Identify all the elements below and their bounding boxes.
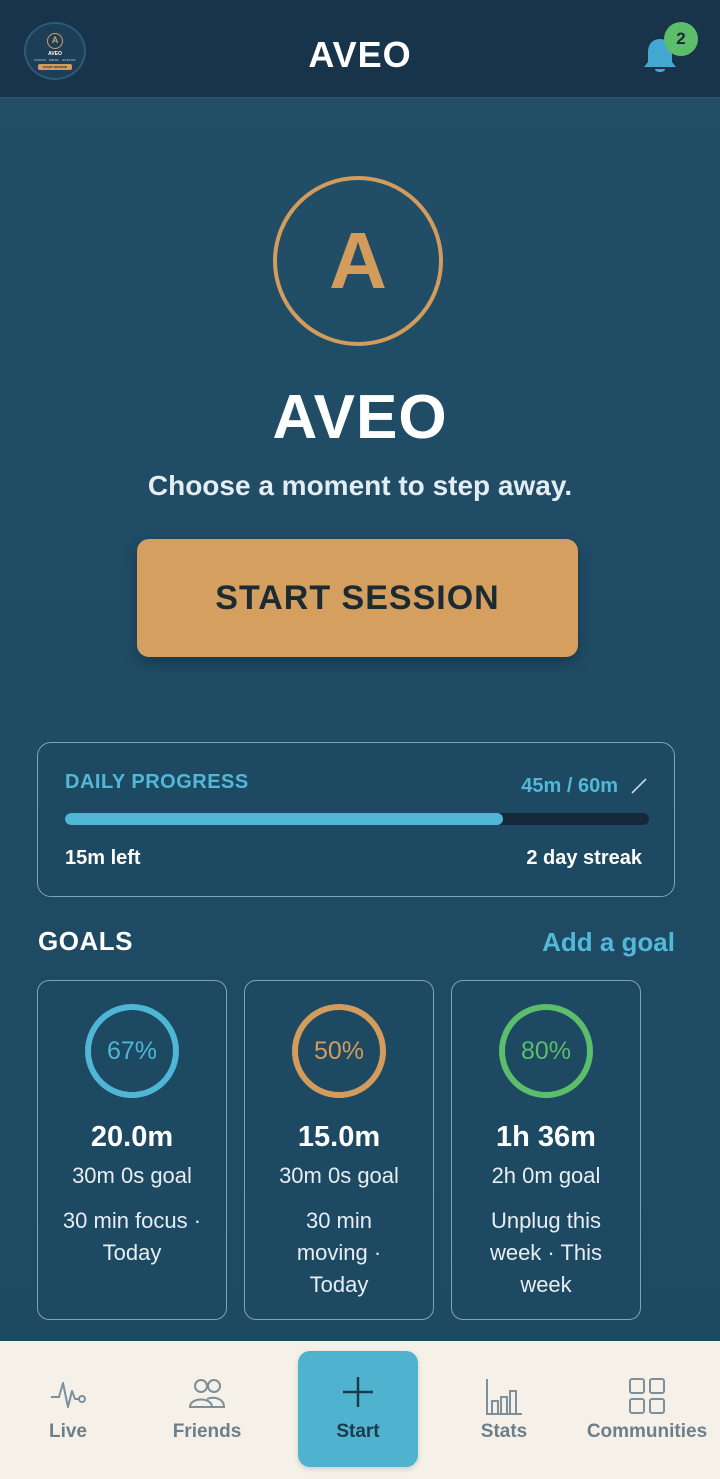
- nav-stats-label: Stats: [480, 1421, 528, 1442]
- goal-value: 20.0m: [90, 1121, 174, 1153]
- goal-card[interactable]: 50% 15.0m 30m 0s goal 30 min moving · To…: [244, 980, 434, 1320]
- grid-icon: [629, 1378, 665, 1414]
- nav-live-label: Live: [48, 1421, 88, 1442]
- friends-icon: [188, 1379, 226, 1408]
- pulse-icon: [51, 1382, 86, 1408]
- add-goal-link[interactable]: Add a goal: [542, 927, 675, 958]
- goal-target: 30m 0s goal: [279, 1163, 399, 1188]
- goal-target: 2h 0m goal: [491, 1163, 601, 1188]
- nav-friends[interactable]: Friends: [157, 1341, 257, 1479]
- goal-percent: 50%: [313, 1036, 365, 1065]
- nav-start-label: Start: [336, 1421, 380, 1442]
- bar-chart-icon: [486, 1379, 522, 1415]
- app-title: AVEO: [308, 34, 412, 75]
- start-session-button[interactable]: START SESSION: [137, 539, 578, 657]
- nav-live[interactable]: Live: [18, 1341, 118, 1479]
- daily-progress-value: 45m / 60m: [521, 775, 618, 797]
- top-header: A AVEO FOCUS · MOVE · UNPLUG START SESSI…: [0, 0, 720, 98]
- daily-progress-card: DAILY PROGRESS 45m / 60m 15m left 2 day …: [37, 742, 675, 897]
- time-remaining: 15m left: [65, 847, 141, 869]
- goal-card[interactable]: 80% 1h 36m 2h 0m goal Unplug this week ·…: [451, 980, 641, 1320]
- goal-card[interactable]: 67% 20.0m 30m 0s goal 30 min focus · Tod…: [37, 980, 227, 1320]
- goal-description: 30 min moving · Today: [296, 1208, 382, 1297]
- streak-count: 2 day streak: [526, 847, 642, 869]
- nav-communities-label: Communities: [586, 1421, 708, 1442]
- hero-subtitle: Choose a moment to step away.: [147, 470, 573, 501]
- plus-icon: [343, 1377, 373, 1407]
- nav-communities[interactable]: Communities: [580, 1341, 714, 1479]
- nav-stats[interactable]: Stats: [454, 1341, 554, 1479]
- brand-logo-letter: A: [329, 216, 387, 305]
- edit-pencil-icon[interactable]: [630, 777, 648, 795]
- goal-description: 30 min focus · Today: [62, 1208, 202, 1265]
- goals-heading: GOALS: [38, 926, 133, 956]
- goal-target: 30m 0s goal: [72, 1163, 192, 1188]
- daily-progress-label: DAILY PROGRESS: [65, 771, 249, 793]
- goal-percent: 67%: [106, 1036, 158, 1065]
- nav-friends-label: Friends: [172, 1421, 242, 1442]
- goal-percent: 80%: [520, 1036, 572, 1065]
- goal-value: 1h 36m: [496, 1121, 596, 1153]
- hero-title: AVEO: [272, 383, 448, 452]
- daily-progress-fill: [65, 813, 503, 825]
- app-screen: A AVEO FOCUS · MOVE · UNPLUG START SESSI…: [0, 0, 720, 1479]
- goal-value: 15.0m: [297, 1121, 381, 1153]
- notification-badge: 2: [664, 22, 698, 56]
- goal-description: Unplug this week · This week: [489, 1208, 603, 1297]
- brand-logo: A: [273, 176, 443, 346]
- nav-start-button[interactable]: Start: [298, 1351, 418, 1467]
- daily-progress-bar: [65, 813, 649, 825]
